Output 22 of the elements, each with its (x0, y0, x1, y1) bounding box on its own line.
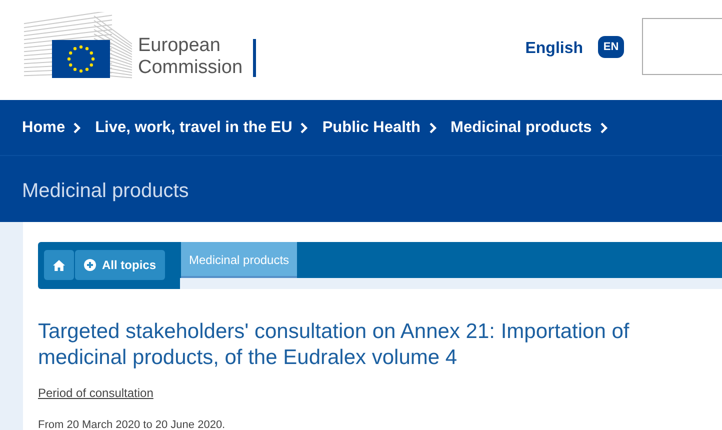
all-topics-button[interactable]: All topics (75, 250, 166, 280)
home-icon (53, 260, 65, 270)
search-field[interactable] (642, 18, 722, 75)
breadcrumb-link[interactable]: Medicinal products (450, 116, 592, 140)
logo-divider (252, 39, 256, 77)
chevron-icon (300, 122, 308, 134)
language-link[interactable]: English (525, 37, 583, 61)
chevron-icon (73, 122, 82, 134)
page-title: Medicinal products (0, 155, 722, 222)
plus-circle-icon (84, 259, 96, 271)
period-link[interactable]: Period of consultation (38, 384, 154, 402)
chevron-icon (600, 122, 608, 134)
logo-text: European Commission (138, 35, 243, 79)
period-text: From 20 March 2020 to 20 June 2020. (38, 418, 226, 430)
language-badge[interactable]: EN (598, 36, 624, 58)
breadcrumb-link[interactable]: Live, work, travel in the EU (95, 116, 292, 140)
breadcrumb-link[interactable]: Home (22, 116, 66, 140)
article-title: Targeted stakeholders' consultation on Annex 21: Importation of medicinal products, of the Eudralex volume 4 (38, 319, 630, 371)
eu-flag-logo-icon[interactable] (22, 12, 132, 80)
breadcrumb-link[interactable]: Public Health (322, 116, 421, 140)
home-button[interactable] (44, 250, 74, 280)
chevron-icon (428, 122, 437, 134)
